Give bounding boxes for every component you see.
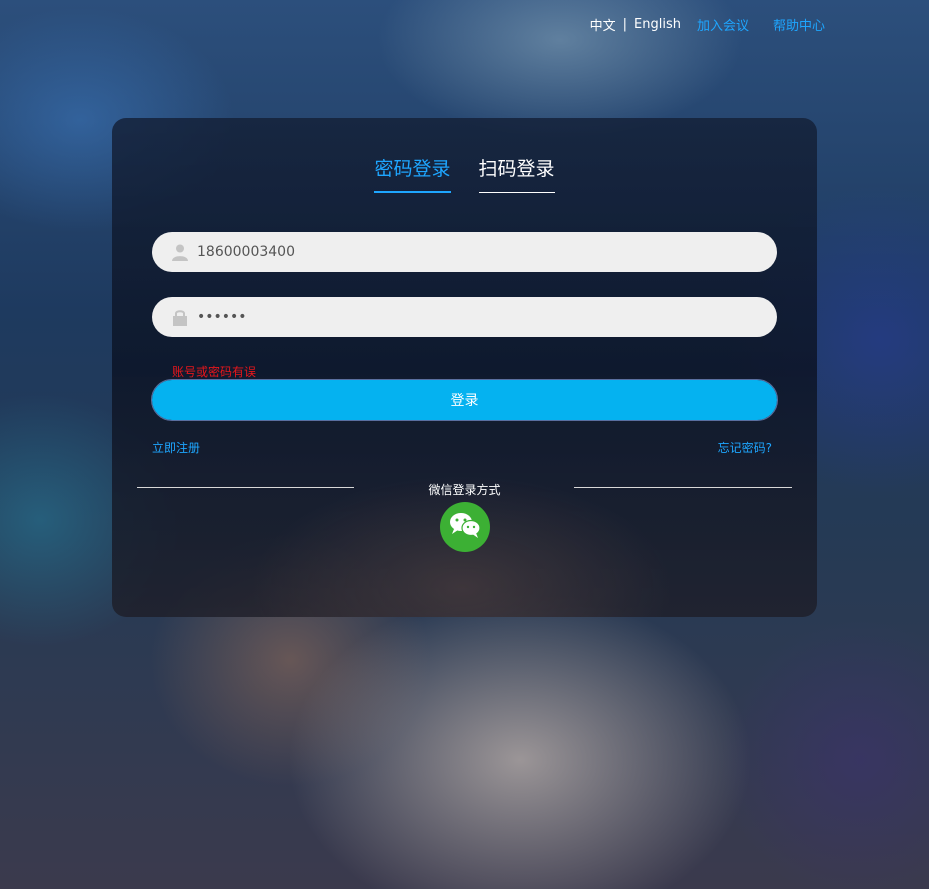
login-tabs: 密码登录 扫码登录 — [112, 154, 817, 193]
user-icon — [171, 243, 189, 261]
lock-icon — [171, 308, 189, 326]
account-field[interactable]: 18600003400 — [152, 232, 777, 272]
account-input[interactable]: 18600003400 — [197, 244, 295, 260]
login-card: 密码登录 扫码登录 18600003400 •••••• 账号或密码有误 登录 … — [112, 118, 817, 617]
forgot-password-link[interactable]: 忘记密码? — [718, 439, 772, 456]
divider-right — [574, 487, 792, 488]
password-field[interactable]: •••••• — [152, 297, 777, 337]
lang-en-link[interactable]: English — [634, 17, 681, 32]
register-link[interactable]: 立即注册 — [152, 439, 200, 456]
top-nav: 中文 | English 加入会议 帮助中心 — [590, 15, 825, 34]
tab-scan-login[interactable]: 扫码登录 — [478, 154, 555, 193]
wechat-icon — [448, 511, 482, 543]
password-input[interactable]: •••••• — [197, 309, 247, 325]
wechat-login-label: 微信登录方式 — [428, 483, 501, 497]
join-meeting-link[interactable]: 加入会议 — [697, 15, 749, 34]
error-message: 账号或密码有误 — [172, 365, 257, 379]
lang-zh-link[interactable]: 中文 — [590, 15, 616, 34]
help-center-link[interactable]: 帮助中心 — [773, 15, 825, 34]
login-button[interactable]: 登录 — [151, 379, 778, 421]
lang-separator: | — [622, 16, 628, 32]
wechat-login-button[interactable] — [440, 502, 490, 552]
tab-password-login[interactable]: 密码登录 — [374, 154, 451, 193]
